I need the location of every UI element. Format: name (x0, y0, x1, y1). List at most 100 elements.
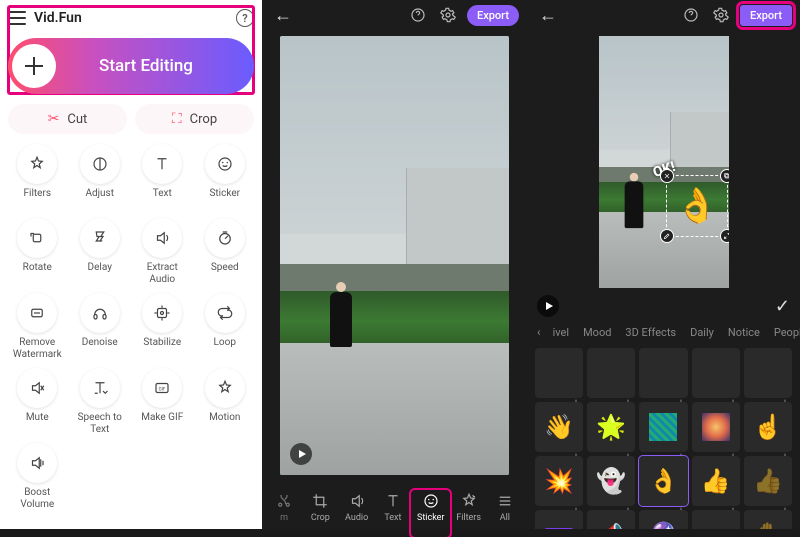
edit-handle-icon[interactable] (660, 229, 674, 243)
cut-button[interactable]: ✂ Cut (8, 104, 127, 134)
video-preview[interactable] (280, 36, 509, 475)
speed-icon (205, 218, 245, 258)
sticker-s16[interactable]: SALE (535, 510, 583, 529)
confirm-icon[interactable]: ✓ (775, 296, 790, 317)
tool-text[interactable]: Text (133, 144, 192, 210)
toolbar-sticker[interactable]: Sticker (411, 486, 450, 527)
resize-handle-icon[interactable] (720, 229, 728, 243)
crop-button[interactable]: ⛶ Crop (135, 104, 254, 134)
home-header: Vid.Fun ? (8, 6, 254, 30)
start-editing-button[interactable]: Start Editing (8, 38, 254, 94)
sticker-grid: 👋🌟☝️💥👻👌👍👍SALE📣🔮▪✋ (527, 344, 800, 529)
tool-extract-audio[interactable]: ExtractAudio (133, 218, 192, 285)
sticker-s2[interactable] (587, 348, 635, 398)
sticker-s6[interactable]: 👋 (535, 402, 583, 452)
tool-label: Speed (211, 262, 239, 284)
sticker-s3[interactable] (639, 348, 687, 398)
tool-label: ExtractAudio (147, 262, 178, 285)
help-icon[interactable] (407, 4, 429, 26)
toolbar-text[interactable]: Text (375, 488, 411, 527)
sticker-panel: ← Export OK! 👌 ✓ ‹ ivel Mood 3D Effects Dai… (527, 0, 800, 529)
tool-label: Rotate (23, 262, 52, 284)
toolbar-trim[interactable]: m (266, 488, 302, 527)
tool-make-gif[interactable]: GIFMake GIF (133, 368, 192, 435)
sticker-s10[interactable]: ☝️ (744, 402, 792, 452)
sticker-s14[interactable]: 👍 (692, 456, 740, 506)
download-icon (728, 440, 738, 450)
video-preview-small[interactable]: OK! 👌 (599, 36, 729, 288)
sticker-s17[interactable]: 📣 (587, 510, 635, 529)
sticker-selection-box[interactable]: OK! 👌 (666, 175, 728, 237)
toolbar-audio[interactable]: Audio (339, 488, 375, 527)
sticker-s20[interactable]: ✋ (744, 510, 792, 529)
sticker-s15[interactable]: 👍 (744, 456, 792, 506)
back-icon[interactable]: ← (535, 5, 561, 26)
sticker-s5[interactable] (744, 348, 792, 398)
tool-delay[interactable]: Delay (71, 218, 130, 285)
play-icon[interactable] (290, 443, 312, 465)
editor-toolbar: m Crop Audio TextStickerFiltersAll (262, 481, 527, 529)
toolbar-label: Audio (345, 513, 368, 523)
sticker-s8[interactable] (639, 402, 687, 452)
toolbar-all[interactable]: All (487, 488, 523, 527)
loop-icon (205, 293, 245, 333)
sticker-s13[interactable]: 👌 (639, 456, 687, 506)
sticker-s11[interactable]: 💥 (535, 456, 583, 506)
tab-mood[interactable]: Mood (583, 326, 611, 339)
help-icon[interactable] (680, 4, 702, 26)
tab-daily[interactable]: Daily (690, 326, 714, 339)
tool-sticker[interactable]: Sticker (196, 144, 255, 210)
menu-icon[interactable] (8, 11, 26, 25)
tool-label: Text (153, 188, 172, 210)
settings-icon[interactable] (437, 4, 459, 26)
sticker-s1[interactable] (535, 348, 583, 398)
denoise-icon (80, 293, 120, 333)
settings-icon[interactable] (710, 4, 732, 26)
cut-label: Cut (67, 112, 87, 127)
svg-text:GIF: GIF (159, 386, 166, 392)
delete-handle-icon[interactable] (660, 169, 674, 183)
sticker-s4[interactable] (692, 348, 740, 398)
tool-boost-volume[interactable]: BoostVolume (8, 443, 67, 510)
sticker-s7[interactable]: 🌟 (587, 402, 635, 452)
tool-remove-watermark[interactable]: RemoveWatermark (8, 293, 67, 360)
tool-rotate[interactable]: Rotate (8, 218, 67, 285)
tab-people[interactable]: People (774, 326, 800, 339)
tool-speed[interactable]: Speed (196, 218, 255, 285)
tool-grid: Filters Adjust Text Sticker Rotate Delay Extra… (8, 144, 254, 510)
plus-icon (12, 44, 56, 88)
export-button[interactable]: Export (467, 5, 519, 26)
toolbar-filters[interactable]: Filters (450, 488, 486, 527)
tool-loop[interactable]: Loop (196, 293, 255, 360)
rotate-icon (17, 218, 57, 258)
sticker-s9[interactable] (692, 402, 740, 452)
tab-ivel[interactable]: ivel (553, 326, 569, 339)
help-icon[interactable]: ? (236, 9, 254, 27)
export-button[interactable]: Export (740, 5, 792, 26)
toolbar-label: Crop (311, 513, 330, 523)
crop-icon: ⛶ (172, 111, 182, 127)
sticker-s18[interactable]: 🔮 (639, 510, 687, 529)
tool-stabilize[interactable]: Stabilize (133, 293, 192, 360)
toolbar-crop[interactable]: Crop (302, 488, 338, 527)
sticker-ok-hand-icon: 👌 (673, 182, 721, 230)
back-icon[interactable]: ← (270, 5, 296, 26)
tool-denoise[interactable]: Denoise (71, 293, 130, 360)
download-icon (571, 494, 581, 504)
tool-filters[interactable]: Filters (8, 144, 67, 210)
sticker-s12[interactable]: 👻 (587, 456, 635, 506)
tool-speech-to-text[interactable]: Speech toText (71, 368, 130, 435)
crop-icon (311, 492, 329, 510)
tool-motion[interactable]: Motion (196, 368, 255, 435)
tool-label: Filters (23, 188, 51, 210)
tab-notice[interactable]: Notice (728, 326, 760, 339)
tab-3d-effects[interactable]: 3D Effects (625, 326, 676, 339)
tool-mute[interactable]: Mute (8, 368, 67, 435)
editor-header: ← Export (262, 0, 527, 30)
tool-adjust[interactable]: Adjust (71, 144, 130, 210)
copy-handle-icon[interactable] (720, 169, 728, 183)
tabs-scroll-left-icon[interactable]: ‹ (537, 325, 541, 339)
tool-label: Adjust (85, 188, 114, 210)
play-icon[interactable] (537, 295, 559, 317)
sticker-s19[interactable]: ▪ (692, 510, 740, 529)
